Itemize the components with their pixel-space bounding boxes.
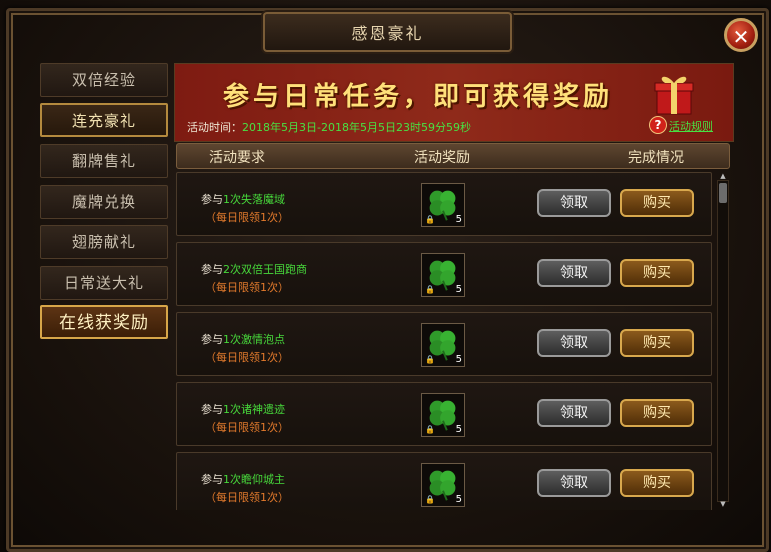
task-prefix: 参与 [201,473,223,486]
rules-link[interactable]: 活动规则 [669,118,713,134]
header-requirement: 活动要求 [209,150,265,166]
scroll-down-arrow-icon[interactable]: ▼ [717,500,729,508]
scroll-thumb[interactable] [719,183,727,203]
sidebar-item-daily-gift[interactable]: 日常送大礼 [40,266,168,300]
task-description: 参与1次瞻仰城主 [201,471,285,487]
close-button[interactable]: ✕ [724,18,758,52]
event-time: 活动时间：2018年5月3日-2018年5月5日23时59分59秒 [187,119,471,135]
scroll-up-arrow-icon[interactable]: ▲ [717,172,729,180]
reward-count: 5 [455,354,462,365]
header-status: 完成情况 [628,150,684,166]
lock-icon: 🔒 [425,215,435,224]
buy-button[interactable]: 购买 [620,329,694,357]
task-target: 1次失落魔域 [223,193,285,206]
event-time-label: 活动时间： [187,121,242,134]
buy-button[interactable]: 购买 [620,259,694,287]
reward-count: 5 [455,424,462,435]
task-limit: （每日限领1次） [205,281,289,294]
task-prefix: 参与 [201,263,223,276]
lock-icon: 🔒 [425,495,435,504]
task-target: 1次诸神遗迹 [223,403,285,416]
window-title: 感恩豪礼 [351,24,424,43]
lock-icon: 🔒 [425,355,435,364]
task-row: 参与1次诸神遗迹 （每日限领1次） 🔒 5 领取 购买 [176,382,712,446]
claim-button[interactable]: 领取 [537,469,611,497]
buy-button[interactable]: 购买 [620,189,694,217]
banner-headline: 参与日常任务，即可获得奖励 [223,82,614,112]
sidebar-item-recharge-gifts[interactable]: 连充豪礼 [40,103,168,137]
sidebar-item-magic-card-exchange[interactable]: 魔牌兑换 [40,185,168,219]
close-icon: ✕ [732,25,750,49]
reward-count: 5 [455,214,462,225]
claim-button[interactable]: 领取 [537,329,611,357]
task-target: 1次激情泡点 [223,333,285,346]
header-reward: 活动奖励 [414,150,470,166]
reward-slot[interactable]: 🔒 5 [421,253,465,297]
reward-slot[interactable]: 🔒 5 [421,183,465,227]
task-description: 参与2次双倍王国跑商 [201,261,307,277]
task-row: 参与1次失落魔域 （每日限领1次） 🔒 5 领取 购买 [176,172,712,236]
event-banner: 参与日常任务，即可获得奖励 活动时间：2018年5月3日-2018年5月5日23… [174,63,734,142]
buy-button[interactable]: 购买 [620,399,694,427]
title-bar: 感恩豪礼 [263,12,512,52]
claim-button[interactable]: 领取 [537,189,611,217]
task-row: 参与2次双倍王国跑商 （每日限领1次） 🔒 5 领取 购买 [176,242,712,306]
task-prefix: 参与 [201,403,223,416]
task-row: 参与1次瞻仰城主 （每日限领1次） 🔒 5 领取 购买 [176,452,712,510]
task-target: 1次瞻仰城主 [223,473,285,486]
task-row: 参与1次激情泡点 （每日限领1次） 🔒 5 领取 购买 [176,312,712,376]
list-header: 活动要求 活动奖励 完成情况 [176,143,730,169]
event-window: 感恩豪礼 ✕ 双倍经验 连充豪礼 翻牌售礼 魔牌兑换 翅膀献礼 日常送大礼 在线… [0,0,771,552]
reward-slot[interactable]: 🔒 5 [421,393,465,437]
reward-slot[interactable]: 🔒 5 [421,323,465,367]
event-time-value: 2018年5月3日-2018年5月5日23时59分59秒 [242,121,471,134]
task-limit: （每日限领1次） [205,421,289,434]
task-description: 参与1次失落魔域 [201,191,285,207]
reward-count: 5 [455,494,462,505]
claim-button[interactable]: 领取 [537,259,611,287]
reward-slot[interactable]: 🔒 5 [421,463,465,507]
task-limit: （每日限领1次） [205,351,289,364]
claim-button[interactable]: 领取 [537,399,611,427]
sidebar-item-double-exp[interactable]: 双倍经验 [40,63,168,97]
sidebar-item-flip-card-sale[interactable]: 翻牌售礼 [40,144,168,178]
task-limit: （每日限领1次） [205,211,289,224]
task-description: 参与1次激情泡点 [201,331,285,347]
task-description: 参与1次诸神遗迹 [201,401,285,417]
lock-icon: 🔒 [425,425,435,434]
lock-icon: 🔒 [425,285,435,294]
task-list: 参与1次失落魔域 （每日限领1次） 🔒 5 领取 购买 参与2次双倍王国跑商 （… [176,172,716,510]
sidebar-item-wing-gift[interactable]: 翅膀献礼 [40,225,168,259]
reward-count: 5 [455,284,462,295]
help-icon[interactable]: ? [649,116,667,134]
sidebar-item-online-reward[interactable]: 在线获奖励 [40,305,168,339]
task-limit: （每日限领1次） [205,491,289,504]
buy-button[interactable]: 购买 [620,469,694,497]
scrollbar[interactable] [717,180,729,502]
task-target: 2次双倍王国跑商 [223,263,307,276]
task-prefix: 参与 [201,333,223,346]
gift-box-icon [654,76,694,115]
task-prefix: 参与 [201,193,223,206]
